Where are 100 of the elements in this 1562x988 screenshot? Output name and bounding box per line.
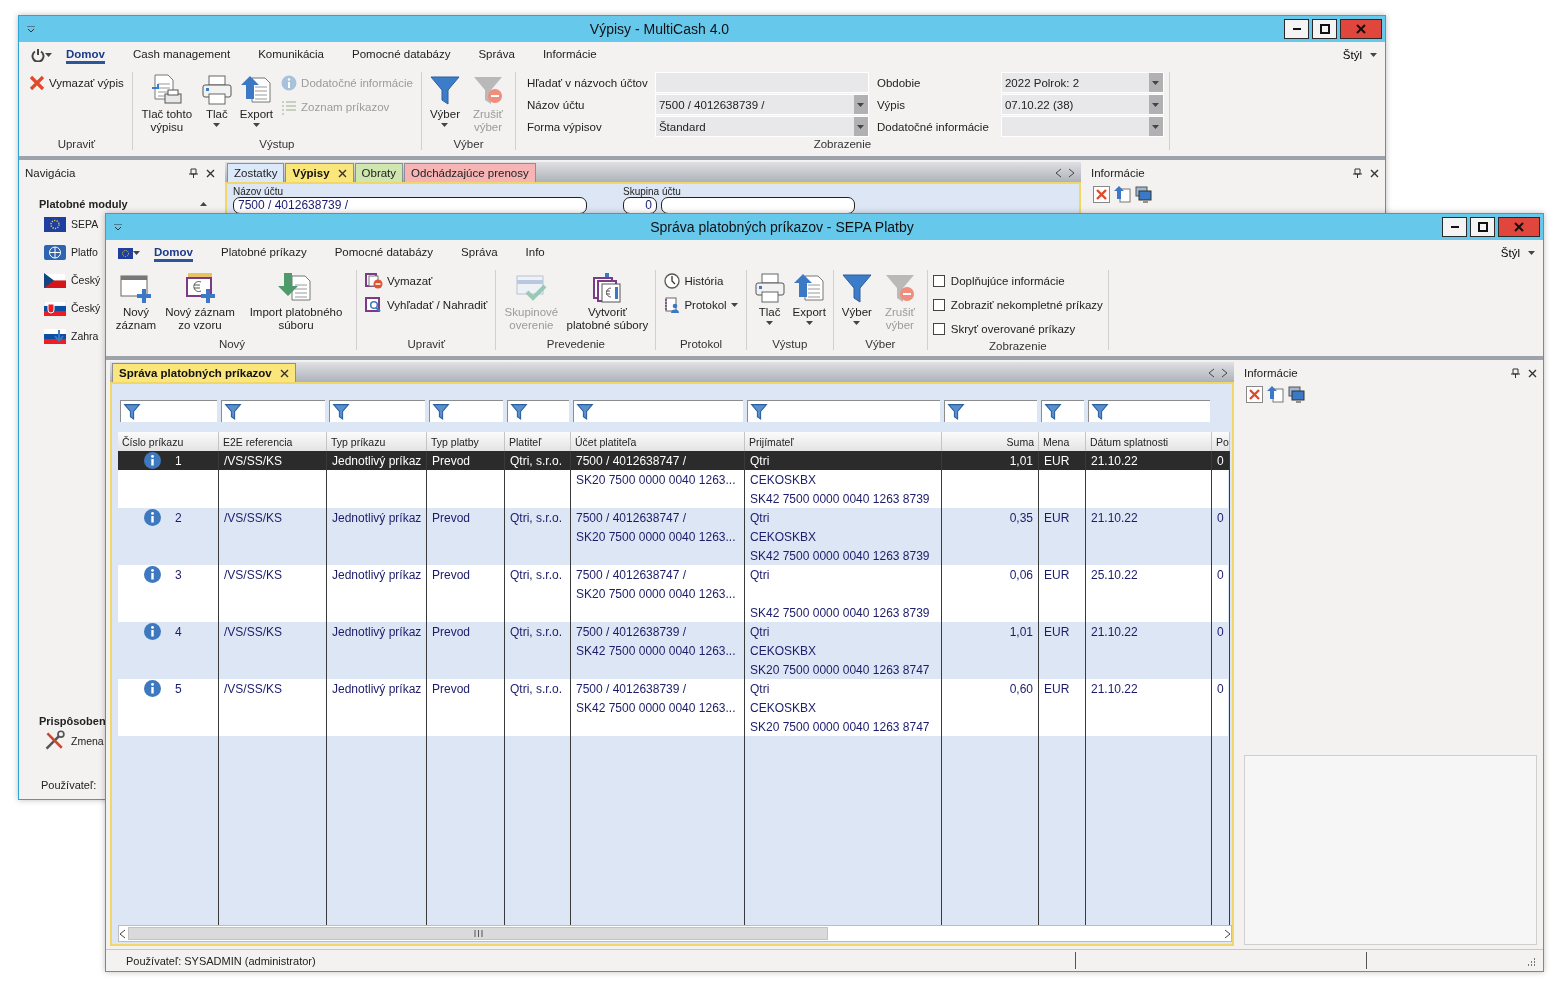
checkbox-label[interactable]: Skryť overované príkazy xyxy=(950,323,1076,335)
nav-item[interactable]: SEPA xyxy=(71,218,99,230)
table-row[interactable]: 5 /VS/SS/KS Jednotlivý príkaz Prevod Qtri, s.r.o. 7500 / 4012638739 / SK42 7500 0000 0040 1263... Qtri CEKOSKBX SK20 7500 0000 0040 1263 8747 0,60 EUR 21.10.22 0 xyxy=(118,679,1228,736)
checkbox[interactable] xyxy=(932,299,945,311)
close-button[interactable] xyxy=(1340,19,1382,39)
column-header[interactable]: Platiteľ xyxy=(505,432,571,451)
ribbon-button[interactable]: Export xyxy=(790,270,828,325)
field-label: Obdobie xyxy=(875,76,922,89)
ribbon-button[interactable]: Vymazať xyxy=(362,270,491,292)
table-cell: /VS/SS/KS xyxy=(219,451,326,470)
filter-icon xyxy=(510,403,528,420)
menu-tab[interactable]: Správa xyxy=(478,46,515,64)
euro-files-icon xyxy=(591,272,624,304)
nav-item[interactable]: Zmena xyxy=(71,735,104,747)
filter-field[interactable] xyxy=(221,400,325,422)
menu-tab[interactable]: Domov xyxy=(154,244,193,262)
menu-tab[interactable]: Pomocné databázy xyxy=(334,244,434,262)
flag-icon xyxy=(44,216,66,232)
filter-field[interactable] xyxy=(573,400,743,422)
column-header[interactable]: Suma xyxy=(942,432,1039,451)
ribbon-button[interactable]: Protokol xyxy=(661,294,741,316)
ribbon-button[interactable]: Výber xyxy=(838,270,875,325)
column-header[interactable]: E2E referencia xyxy=(219,432,327,451)
minimize-button[interactable] xyxy=(1442,217,1467,237)
table-cell-text: Qtri, s.r.o. xyxy=(509,509,563,527)
maximize-button[interactable] xyxy=(1312,19,1337,39)
filter-field[interactable] xyxy=(120,400,217,422)
ribbon-button[interactable]: Vymazať výpis xyxy=(26,72,127,94)
dropdown-field[interactable]: 07.10.22 (38) xyxy=(1000,94,1164,115)
ribbon-button[interactable]: Export xyxy=(237,72,276,127)
document-tab[interactable]: Výpisy xyxy=(285,163,354,182)
table-cell-text: Prevod xyxy=(431,566,472,584)
dropdown-field[interactable]: 2022 Polrok: 2 xyxy=(1000,72,1164,93)
menu-tab[interactable]: Platobné príkazy xyxy=(221,244,307,262)
ribbon-button[interactable]: História xyxy=(661,270,741,292)
horizontal-scrollbar[interactable] xyxy=(118,925,1232,942)
filter-field[interactable] xyxy=(944,400,1037,422)
nav-item[interactable]: Zahra xyxy=(71,330,99,342)
column-header[interactable]: Účet platiteľa xyxy=(571,432,745,451)
filter-field[interactable] xyxy=(329,400,425,422)
style-menu[interactable]: Štýl xyxy=(1492,247,1543,259)
scroll-thumb[interactable] xyxy=(128,927,828,940)
checkbox[interactable] xyxy=(932,323,945,335)
menu-tab[interactable]: Domov xyxy=(66,46,105,64)
document-tab[interactable]: Odchádzajúce prenosy xyxy=(404,163,536,182)
column-header[interactable]: Mena xyxy=(1039,432,1086,451)
field-label: Názov účtu xyxy=(233,186,285,197)
ribbon-button[interactable]: Import platobného súboru xyxy=(241,270,351,332)
minimize-button[interactable] xyxy=(1284,19,1309,39)
ribbon-button[interactable]: Tlač tohto výpisu xyxy=(137,72,196,134)
column-header[interactable]: Typ príkazu xyxy=(327,432,427,451)
filter-field[interactable] xyxy=(507,400,569,422)
maximize-icon xyxy=(1319,24,1330,34)
close-button[interactable] xyxy=(1498,217,1540,237)
dropdown-field[interactable] xyxy=(1000,116,1164,137)
ribbon-button[interactable]: Nový záznam zo vzoru xyxy=(162,270,238,332)
checkbox-label[interactable]: Zobraziť nekompletné príkazy xyxy=(950,299,1103,311)
table-row[interactable]: 3 /VS/SS/KS Jednotlivý príkaz Prevod Qtri, s.r.o. 7500 / 4012638747 / SK20 7500 0000 0040 1263... Qtri SK42 7500 0000 0040 1263 8739 0,06 EUR 25.10.22 0 xyxy=(118,565,1228,622)
menu-tab[interactable]: Info xyxy=(525,244,545,262)
close-icon xyxy=(1514,222,1524,232)
checkbox-label[interactable]: Doplňujúce informácie xyxy=(950,275,1065,287)
flag-icon xyxy=(44,272,66,288)
filter-field[interactable] xyxy=(747,400,940,422)
filter-field[interactable] xyxy=(1088,400,1210,422)
ribbon-button[interactable]: Nový záznam xyxy=(113,270,159,332)
column-header[interactable]: Číslo príkazu xyxy=(118,432,219,451)
ribbon-button[interactable]: Vyhľadať / Nahradiť xyxy=(362,294,491,316)
style-menu[interactable]: Štýl xyxy=(1334,49,1385,61)
table-row[interactable]: 1 /VS/SS/KS Jednotlivý príkaz Prevod Qtri, s.r.o. 7500 / 4012638747 / SK20 7500 0000 0040 1263... Qtri CEKOSKBX SK42 7500 0000 0040 1263 8739 1,01 EUR 21.10.22 0 xyxy=(118,451,1228,508)
menu-tab[interactable]: Komunikácia xyxy=(258,46,324,64)
column-header[interactable]: Typ platby xyxy=(427,432,505,451)
dropdown-field[interactable]: 7500 / 4012638739 / xyxy=(654,94,869,115)
clock-icon xyxy=(664,273,681,289)
column-header[interactable]: Po xyxy=(1212,432,1230,451)
column-header[interactable]: Prijímateľ xyxy=(745,432,942,451)
filter-field[interactable] xyxy=(1041,400,1084,422)
panel-title: Informácie xyxy=(1244,367,1299,379)
table-cell-text: Prevod xyxy=(431,623,472,641)
ribbon-button[interactable]: Tlač xyxy=(198,72,235,127)
ribbon-button[interactable]: Vytvoriť platobné súbory xyxy=(564,270,651,332)
nav-item[interactable]: Český xyxy=(71,302,101,314)
ribbon-button[interactable]: Výber xyxy=(426,72,463,127)
document-tab[interactable]: Správa platobných príkazov xyxy=(112,363,296,382)
table-cell-text: 0,35 xyxy=(1008,509,1034,527)
maximize-button[interactable] xyxy=(1470,217,1495,237)
menu-tab[interactable]: Informácie xyxy=(542,46,597,64)
ribbon-button[interactable]: Tlač xyxy=(751,270,788,325)
filter-field[interactable] xyxy=(429,400,503,422)
nav-item[interactable]: Český xyxy=(71,274,101,286)
menu-tab[interactable]: Pomocné databázy xyxy=(352,46,451,64)
dropdown-field[interactable]: Štandard xyxy=(654,116,869,137)
table-cell: Qtri, s.r.o. xyxy=(505,451,570,470)
menu-tab[interactable]: Správa xyxy=(461,244,498,262)
checkbox[interactable] xyxy=(932,275,945,287)
menu-tab[interactable]: Cash management xyxy=(133,46,231,64)
nav-item[interactable]: Platfo xyxy=(71,246,98,258)
document-tab[interactable]: Zostatky xyxy=(227,163,285,182)
document-tab[interactable]: Obraty xyxy=(354,163,404,182)
filter-icon xyxy=(428,74,461,106)
column-header[interactable]: Dátum splatnosti xyxy=(1086,432,1212,451)
